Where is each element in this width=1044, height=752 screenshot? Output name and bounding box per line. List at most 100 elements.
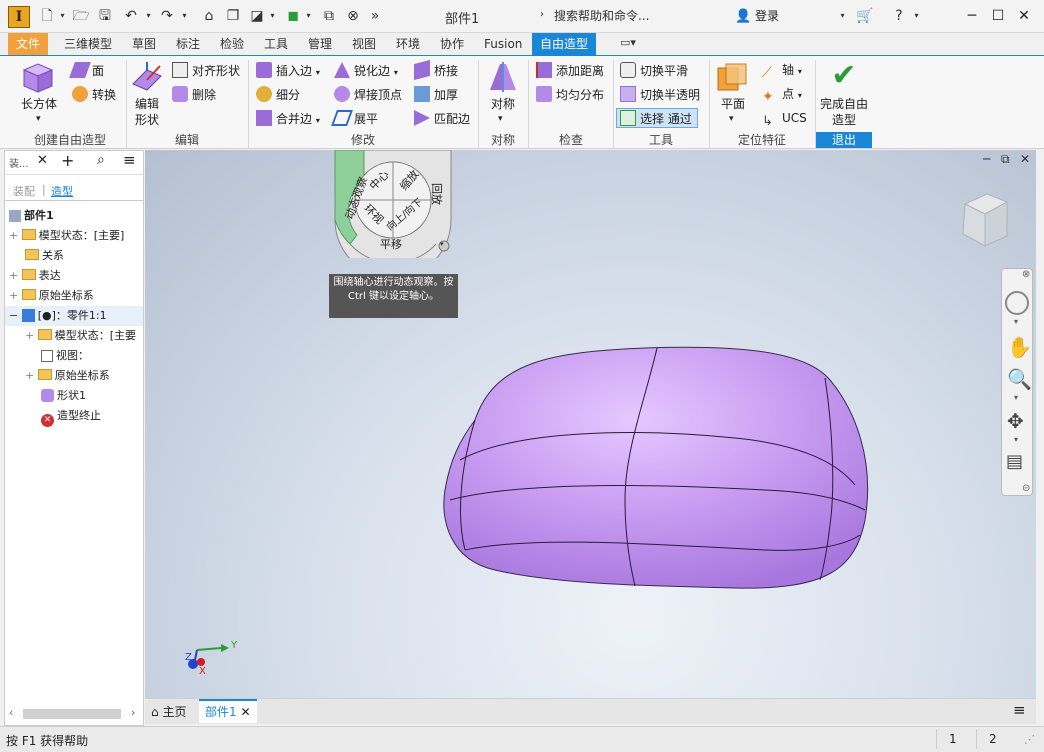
delete-button[interactable]: 删除	[172, 86, 216, 103]
zoom-icon[interactable]: 🔍	[1007, 367, 1032, 391]
tab-inspect[interactable]: 检验	[212, 33, 252, 55]
close-icon[interactable]: ✕	[37, 153, 48, 168]
home-icon[interactable]: ⌂	[200, 7, 218, 25]
freeform-shape[interactable]	[435, 340, 875, 600]
face-button[interactable]: 面	[69, 62, 104, 79]
toggle-transparent-button[interactable]: 切换半透明	[620, 86, 700, 103]
copy-icon[interactable]: ❐	[224, 7, 242, 25]
tab-manage[interactable]: 管理	[300, 33, 340, 55]
close-tab-icon[interactable]: ✕	[240, 705, 250, 719]
viewport-close-icon[interactable]: ✕	[1020, 152, 1030, 166]
viewport-minimize-icon[interactable]: ─	[983, 152, 990, 166]
login-button[interactable]: 👤 登录	[735, 7, 779, 26]
graphics-viewport[interactable]: ─ ⧉ ✕ 动态观察 中心 缩放 回放 向上/向下 环视 平移 ▾ 围绕轴心进行…	[145, 150, 1036, 698]
expand-icon[interactable]: +	[9, 289, 22, 302]
tree-item-representations[interactable]: + 表达	[9, 269, 61, 283]
dropdown-arrow-icon[interactable]: ▾	[304, 7, 313, 25]
material-icon[interactable]: ◪	[248, 7, 266, 25]
tab-tools[interactable]: 工具	[256, 33, 296, 55]
navbar-options-icon[interactable]: ⊝	[1022, 483, 1030, 494]
look-at-icon[interactable]: ▤	[1006, 451, 1023, 472]
bridge-button[interactable]: 桥接	[414, 59, 458, 81]
assembly-view-toggle[interactable]: 装配	[13, 183, 35, 199]
dropdown-arrow-icon[interactable]: ▾	[1014, 317, 1018, 326]
minimize-button[interactable]: ─	[960, 7, 984, 27]
menu-icon[interactable]: ≡	[123, 151, 136, 169]
tree-item-form[interactable]: 形状1	[41, 389, 86, 403]
flatten-button[interactable]: 展平	[331, 110, 378, 127]
box-button[interactable]: 长方体	[18, 96, 60, 112]
add-distance-button[interactable]: 添加距离	[536, 62, 604, 79]
navbar-close-icon[interactable]: ⊗	[1022, 269, 1030, 280]
tree-item-model-state[interactable]: + 模型状态：[主要]	[9, 229, 124, 243]
weld-vertex-button[interactable]: 焊接顶点	[334, 86, 402, 103]
tab-fusion[interactable]: Fusion	[476, 33, 530, 55]
cart-icon[interactable]: 🛒	[856, 7, 874, 25]
expand-icon[interactable]: +	[25, 369, 38, 382]
help-icon[interactable]: ?	[890, 7, 908, 25]
browser-tab-label[interactable]: 装...	[9, 155, 29, 170]
viewport-restore-icon[interactable]: ⧉	[1001, 152, 1010, 167]
dropdown-arrow-icon[interactable]: ▾	[180, 7, 189, 25]
tab-environments[interactable]: 环境	[388, 33, 428, 55]
point-button[interactable]: ✦ 点 ▾	[762, 86, 802, 105]
appearance-icon[interactable]: ◼	[284, 7, 302, 25]
orbit-icon[interactable]: ✥	[1007, 409, 1024, 433]
convert-button[interactable]: 转换	[72, 86, 116, 103]
close-button[interactable]: ✕	[1012, 7, 1036, 27]
scrollbar-thumb[interactable]	[23, 709, 121, 719]
align-form-button[interactable]: 对齐形状	[172, 62, 240, 79]
dropdown-arrow-icon[interactable]: ▾	[498, 114, 503, 124]
tree-item-relationships[interactable]: 关系	[25, 249, 64, 263]
tab-file[interactable]: 文件	[8, 33, 49, 55]
dropdown-arrow-icon[interactable]: ▾	[1014, 435, 1018, 444]
more-icon[interactable]: »	[366, 7, 384, 25]
wheel-rewind-label[interactable]: 回放	[429, 183, 445, 205]
expand-icon[interactable]: +	[9, 229, 22, 242]
wheel-menu-icon[interactable]: ▾	[440, 240, 444, 248]
tree-item-part[interactable]: − [●]：零件1:1	[9, 309, 107, 323]
scroll-right-icon[interactable]: ›	[131, 706, 135, 719]
dropdown-arrow-icon[interactable]: ▾	[268, 7, 277, 25]
pan-hand-icon[interactable]: ✋	[1007, 335, 1032, 359]
inventor-logo-icon[interactable]: I	[8, 6, 30, 28]
tree-item-root[interactable]: 部件1	[9, 209, 54, 223]
dropdown-arrow-icon[interactable]: ▾	[729, 114, 734, 124]
subdivide-button[interactable]: 细分	[256, 86, 300, 103]
symmetry-button[interactable]: 对称	[486, 96, 520, 112]
dropdown-arrow-icon[interactable]: ▾	[1014, 393, 1018, 402]
undo-icon[interactable]: ↶	[122, 7, 140, 25]
axis-button[interactable]: ⟋ 轴 ▾	[762, 62, 802, 81]
browser-horizontal-scrollbar[interactable]: ‹ ›	[5, 705, 143, 723]
ribbon-display-options-icon[interactable]: ▭▾	[620, 36, 636, 49]
search-icon[interactable]: ⌕	[97, 152, 105, 168]
help-dropdown-icon[interactable]: ▾	[912, 7, 921, 25]
expand-icon[interactable]: +	[9, 269, 22, 282]
collapse-icon[interactable]: −	[9, 309, 22, 322]
clear-appearance-icon[interactable]: ⊗	[344, 7, 362, 25]
viewcube-icon[interactable]	[957, 190, 1013, 250]
tree-item-views[interactable]: 视图：	[41, 349, 89, 363]
tab-freeform[interactable]: 自由造型	[532, 33, 597, 55]
wheel-pan-label[interactable]: 平移	[380, 236, 402, 252]
tab-3d-model[interactable]: 三维模型	[56, 33, 120, 55]
parameters-icon[interactable]: ⧉	[320, 7, 338, 25]
ucs-button[interactable]: ↳ UCS	[762, 110, 807, 130]
tab-collaborate[interactable]: 协作	[432, 33, 472, 55]
plane-button[interactable]: 平面	[716, 96, 750, 112]
maximize-button[interactable]: ☐	[986, 7, 1010, 27]
tab-annotate[interactable]: 标注	[168, 33, 208, 55]
crease-edge-button[interactable]: 锐化边 ▾	[334, 62, 398, 81]
dropdown-arrow-icon[interactable]: ▾	[144, 7, 153, 25]
full-navigation-wheel-icon[interactable]	[1005, 291, 1029, 315]
home-tab[interactable]: ⌂ 主页	[147, 702, 190, 722]
tree-item-end-of-form[interactable]: ✕ 造型终止	[41, 409, 101, 427]
merge-edge-button[interactable]: 合并边 ▾	[256, 110, 320, 129]
navigation-wheel[interactable]: 动态观察 中心 缩放 回放 向上/向下 环视 平移 ▾	[330, 150, 456, 258]
open-folder-icon[interactable]: 🗁	[72, 7, 90, 25]
match-edge-button[interactable]: 匹配边	[414, 110, 470, 127]
thicken-button[interactable]: 加厚	[414, 86, 458, 103]
expand-icon[interactable]: +	[25, 329, 38, 342]
uniform-button[interactable]: 均匀分布	[536, 86, 604, 103]
tree-item-origin[interactable]: + 原始坐标系	[9, 289, 94, 303]
